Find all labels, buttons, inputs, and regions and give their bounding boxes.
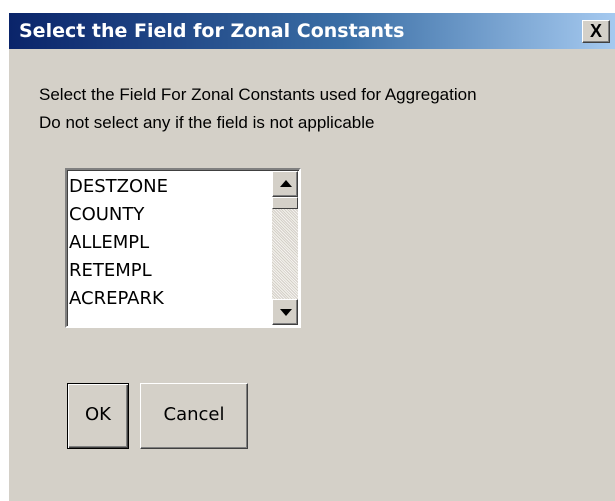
- scroll-up-button[interactable]: [272, 171, 298, 197]
- list-item-retempl[interactable]: RETEMPL: [69, 257, 168, 285]
- list-item-acrepark[interactable]: ACREPARK: [69, 285, 168, 313]
- list-item-destzone[interactable]: DESTZONE: [69, 173, 168, 201]
- arrow-up-icon: [280, 180, 292, 187]
- list-item-county[interactable]: COUNTY: [69, 201, 168, 229]
- cancel-button[interactable]: Cancel: [140, 383, 248, 449]
- field-list-items: DESTZONE COUNTY ALLEMPL RETEMPL ACREPARK: [69, 173, 168, 313]
- arrow-down-icon: [280, 309, 292, 316]
- scroll-thumb[interactable]: [272, 197, 298, 209]
- list-item-allempl[interactable]: ALLEMPL: [69, 229, 168, 257]
- instruction-line-2: Do not select any if the field is not ap…: [39, 113, 375, 132]
- close-button[interactable]: X: [582, 20, 610, 43]
- instruction-line-1: Select the Field For Zonal Constants use…: [39, 85, 477, 104]
- title-bar[interactable]: Select the Field for Zonal Constants X: [9, 13, 615, 49]
- field-listbox[interactable]: DESTZONE COUNTY ALLEMPL RETEMPL ACREPARK: [65, 168, 301, 328]
- scroll-down-button[interactable]: [272, 299, 298, 325]
- vertical-scrollbar[interactable]: [272, 171, 298, 325]
- dialog-window: Select the Field for Zonal Constants X S…: [8, 12, 615, 501]
- dialog-title: Select the Field for Zonal Constants: [19, 20, 405, 42]
- close-icon: X: [589, 21, 602, 41]
- ok-button[interactable]: OK: [67, 383, 129, 449]
